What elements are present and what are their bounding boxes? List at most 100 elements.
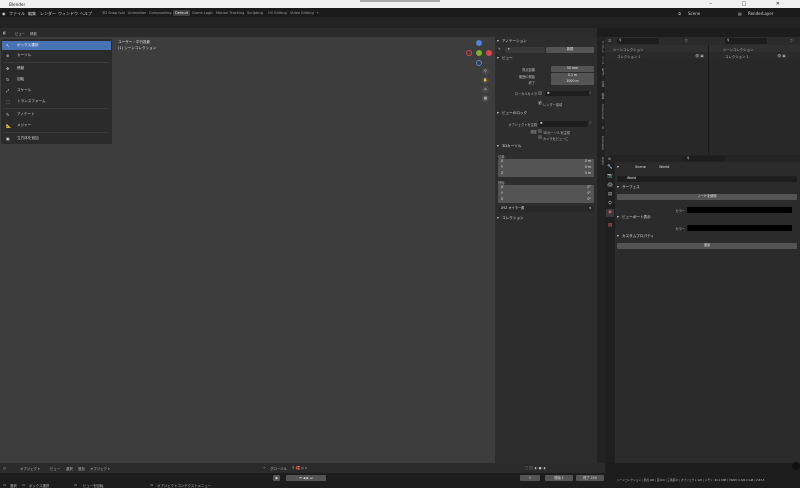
panel-header-view-lock[interactable]: ビューのロック xyxy=(495,110,597,117)
y-axis-icon[interactable] xyxy=(476,50,482,56)
panel-header-annotation[interactable]: アノテーション xyxy=(495,38,597,45)
neg-z-axis-icon[interactable] xyxy=(476,60,482,66)
workspace-tab[interactable]: Game Logic xyxy=(190,10,215,16)
menu-add[interactable]: 追加 xyxy=(78,466,85,471)
menu-object[interactable]: オブジェクト xyxy=(90,466,110,471)
tool-settings-icon[interactable]: 🔧 xyxy=(606,164,614,172)
annotation-new-button[interactable]: 新規 xyxy=(546,47,594,53)
clip-end-field[interactable]: 1000 m xyxy=(551,79,594,85)
sidebar-tab-view[interactable]: ビュー xyxy=(597,67,605,77)
viewport-color-swatch[interactable] xyxy=(687,225,792,231)
sidebar-tab-tool[interactable]: ツール xyxy=(597,55,605,65)
texture-icon[interactable]: ▧ xyxy=(606,222,614,230)
transform-orientation-dropdown[interactable]: グローバル xyxy=(270,466,287,471)
render-region-checkbox[interactable] xyxy=(538,100,542,105)
filter-icon[interactable]: ▽ xyxy=(685,39,688,43)
frame-start-field[interactable]: 開始 1 xyxy=(545,475,573,481)
tool-measure[interactable]: 📐 メジャー xyxy=(2,121,111,130)
cursor-location-z[interactable]: Z 0 m xyxy=(498,171,594,177)
eyedropper-icon[interactable]: ⁄ xyxy=(590,91,591,95)
viewport-shading-icons[interactable]: ⬚ ⬛ ◐ ● ◑ xyxy=(525,466,546,470)
navigation-gizmo[interactable]: ⚲ ✋ ⌂ ▦ xyxy=(463,38,495,108)
filter-icon[interactable]: ▽ xyxy=(790,39,793,43)
workspace-tab[interactable]: Motion Tracking xyxy=(214,10,246,16)
window-controls[interactable]: – □ ✕ xyxy=(709,1,794,7)
lock-object-field[interactable]: ✖ xyxy=(538,121,588,127)
viewport-menu-view[interactable]: ビュー xyxy=(15,31,25,36)
world-icon[interactable]: ◉ xyxy=(606,209,614,217)
workspace-tab[interactable]: Compositing xyxy=(147,10,174,16)
menu-view[interactable]: ビュー xyxy=(50,466,60,471)
viewport-menu-move[interactable]: 移動 xyxy=(30,31,37,36)
lock-camera-checkbox[interactable] xyxy=(538,135,542,139)
sidebar-tab-screencast[interactable]: Screencast xyxy=(597,103,605,121)
workspace-tab[interactable]: UV Editing xyxy=(266,10,289,16)
surface-color-swatch[interactable] xyxy=(687,207,792,213)
editor-type-icon[interactable]: ☰ xyxy=(608,39,611,43)
scene-icon[interactable]: ⛭ xyxy=(606,200,614,208)
menu-render[interactable]: レンダー xyxy=(40,11,56,17)
rotation-mode-dropdown[interactable]: XYZ オイラー角 ▾ xyxy=(498,206,594,212)
output-icon[interactable]: 🖨 xyxy=(606,182,614,190)
panel-header-collection[interactable]: コレクション xyxy=(495,215,597,222)
tool-move[interactable]: ✥ 移動 xyxy=(2,64,111,73)
zoom-icon[interactable]: ⚲ xyxy=(482,68,489,75)
workspace-tab-active[interactable]: Default xyxy=(173,9,191,16)
focal-length-field[interactable]: 50 mm xyxy=(551,66,594,72)
properties-search-input[interactable]: ⚲ xyxy=(685,155,725,161)
sidebar-tab-edit[interactable]: 編集 xyxy=(597,91,605,101)
eyedropper-icon[interactable]: ⁄ xyxy=(590,121,591,125)
sidebar-tab-create[interactable]: 作成 xyxy=(597,79,605,89)
tool-box-select[interactable]: ↖ ボックス選択 xyxy=(2,41,111,50)
workspace-tab[interactable]: Animation xyxy=(126,10,148,16)
world-datablock-field[interactable]: World xyxy=(617,176,797,182)
cursor-rotation-y[interactable]: Y 0° xyxy=(498,191,594,197)
frame-end-field[interactable]: 終了 250 xyxy=(576,475,604,481)
snap-icon[interactable]: ⚲ 🧲 ◎ ∧ xyxy=(292,466,307,470)
z-axis-icon[interactable] xyxy=(476,40,482,46)
panel-header-3d-cursor[interactable]: 3Dカーソル xyxy=(495,143,597,150)
clip-start-field[interactable]: 0.1 m xyxy=(551,73,594,79)
camera-view-icon[interactable]: ⌂ xyxy=(482,86,489,93)
playback-controls[interactable]: ⏮ ◀ ▶ ⏭ xyxy=(286,475,326,481)
outliner-search-input[interactable]: ⚲ xyxy=(725,38,767,44)
tool-annotate[interactable]: ✎ アノテート xyxy=(2,110,111,119)
tool-cursor[interactable]: ⊕ カーソル xyxy=(2,51,111,60)
tool-rotate[interactable]: ↻ 回転 xyxy=(2,75,111,84)
panel-header-view[interactable]: ビュー xyxy=(495,55,597,62)
add-property-button[interactable]: 追加 xyxy=(617,243,797,249)
visibility-eye-icon[interactable]: 👁 ▣ xyxy=(695,54,704,58)
jump-start-icon[interactable]: ◉ xyxy=(273,475,280,481)
pan-hand-icon[interactable]: ✋ xyxy=(482,77,489,84)
x-axis-icon[interactable] xyxy=(486,50,492,56)
blender-logo-icon[interactable]: ◉ xyxy=(2,11,6,16)
cursor-rotation-x[interactable]: X 0° xyxy=(498,185,594,191)
outliner-right[interactable]: シーンコレクション コレクション 1 👁 ▣ xyxy=(709,45,800,155)
editor-type-icon[interactable]: ◧ xyxy=(3,31,6,35)
outliner-row[interactable]: コレクション 1 👁 ▣ xyxy=(605,52,708,59)
scene-selector[interactable]: Scene xyxy=(688,11,700,16)
viewport-mode-dropdown[interactable]: オブジェクト xyxy=(20,466,40,471)
visibility-eye-icon[interactable]: 👁 ▣ xyxy=(777,54,786,58)
outliner-row[interactable]: コレクション 1 👁 ▣ xyxy=(709,52,800,59)
view-layer-selector[interactable]: RenderLayer xyxy=(748,11,773,16)
sidebar-tab-ui[interactable]: UI xyxy=(597,123,605,131)
transform-orientation-icon[interactable]: ⊹ xyxy=(263,466,266,470)
editor-type-icon[interactable]: ⚙ xyxy=(608,157,611,161)
panel-header-viewport-display[interactable]: ビューポート表示 xyxy=(615,214,800,221)
workspace-tab[interactable]: Scripting xyxy=(245,10,265,16)
tool-add-cube[interactable]: ▣ 立方体を追加 xyxy=(2,134,111,143)
menu-file[interactable]: ファイル xyxy=(9,11,25,17)
sidebar-tab-animation[interactable]: Animation xyxy=(597,133,605,153)
outliner-row[interactable]: シーンコレクション xyxy=(709,45,800,52)
cursor-rotation-z[interactable]: Z 0° xyxy=(498,197,594,203)
sidebar-tab-rigify[interactable]: Rigify xyxy=(597,155,605,167)
menu-edit[interactable]: 編集 xyxy=(28,11,36,17)
tool-transform[interactable]: ⬚ トランスフォーム xyxy=(2,97,111,106)
render-icon[interactable]: 📷 xyxy=(606,173,614,181)
workspace-tab[interactable]: Video Editing xyxy=(288,10,316,16)
menu-select[interactable]: 選択 xyxy=(66,466,73,471)
add-workspace-button[interactable]: + xyxy=(314,10,321,16)
panel-header-surface[interactable]: サーフェス xyxy=(615,184,800,191)
workspace-tab[interactable]: 3D Snap Ival xyxy=(100,10,127,16)
